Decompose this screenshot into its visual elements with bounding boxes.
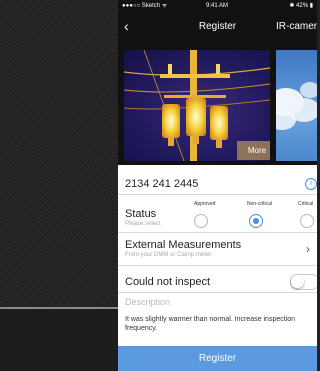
option-noncritical-label: Non-critical: [247, 201, 273, 207]
status-bar: ●●●○○ Sketch ᯤ 9:41 AM ✱ 42% ▮: [118, 0, 317, 13]
could-not-inspect-toggle[interactable]: [290, 274, 317, 290]
register-button[interactable]: Register: [118, 346, 317, 371]
description-text[interactable]: It was slightly warmer than normal. Incr…: [125, 315, 311, 333]
radio-critical[interactable]: [300, 214, 314, 228]
info-icon[interactable]: i: [305, 178, 317, 190]
sky-scene: [276, 82, 317, 130]
thermal-image[interactable]: More: [124, 50, 270, 161]
external-measurements-label[interactable]: External Measurements: [125, 239, 241, 251]
status-hint: Please select: [125, 221, 161, 227]
visual-photo[interactable]: [276, 50, 317, 161]
ir-camera-link[interactable]: IR-camera: [276, 21, 317, 32]
radio-approved[interactable]: [194, 214, 208, 228]
option-critical-label: Critical: [298, 201, 314, 207]
divider: [118, 194, 317, 195]
image-gallery: More: [118, 41, 317, 165]
option-approved-label: Approved: [194, 201, 216, 207]
carrier-signal: ●●●○○ Sketch ᯤ: [122, 3, 168, 9]
description-placeholder[interactable]: Description: [125, 297, 170, 307]
chevron-right-icon[interactable]: ›: [306, 242, 310, 256]
more-button[interactable]: More: [237, 141, 270, 160]
toggle-knob: [291, 275, 304, 288]
clock: 9:41 AM: [206, 3, 229, 9]
status-label: Status: [125, 208, 157, 220]
external-measurements-hint: From your DMM or Clamp meter: [125, 252, 212, 258]
background-panel: [0, 309, 118, 371]
divider: [118, 232, 317, 233]
phone-screen: ●●●○○ Sketch ᯤ 9:41 AM ✱ 42% ▮ ‹ Registe…: [118, 0, 317, 371]
nav-bar: ‹ Register IR-camera: [118, 13, 317, 41]
battery-indicator: ✱ 42% ▮: [289, 3, 313, 9]
could-not-inspect-label: Could not inspect: [125, 276, 210, 288]
divider: [118, 265, 317, 266]
asset-number: 2134 241 2445: [125, 178, 199, 190]
divider: [118, 292, 317, 293]
radio-noncritical[interactable]: [249, 214, 263, 228]
